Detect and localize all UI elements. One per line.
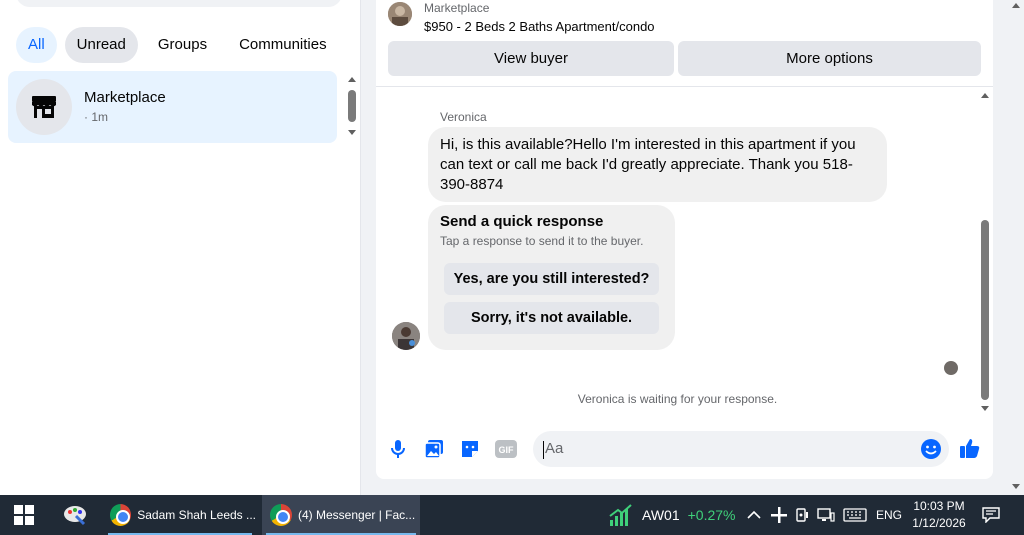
device-icon[interactable] [795, 495, 809, 535]
network-icon[interactable] [817, 495, 835, 535]
gif-icon[interactable]: GIF [495, 438, 517, 460]
filter-unread[interactable]: Unread [64, 27, 138, 63]
sender-avatar[interactable] [392, 322, 420, 350]
conversation-scrollbar[interactable] [978, 90, 992, 416]
conversation-item-marketplace[interactable]: Marketplace · 1m [8, 71, 337, 143]
waiting-status: Veronica is waiting for your response. [577, 392, 778, 406]
stock-widget[interactable]: AW01 +0.27% [608, 495, 735, 535]
scroll-thumb[interactable] [981, 220, 989, 400]
read-receipt-avatar [944, 361, 958, 375]
clock[interactable]: 10:03 PM 1/12/2026 [904, 498, 974, 532]
text-caret [543, 441, 544, 459]
photo-icon[interactable] [423, 438, 445, 460]
filter-groups[interactable]: Groups [146, 27, 219, 63]
stock-symbol: AW01 [642, 507, 680, 523]
filter-all[interactable]: All [16, 27, 57, 63]
chat-list-panel: All Unread Groups Communities Marketplac… [0, 0, 361, 495]
composer-bar: GIF Aa [376, 430, 993, 470]
notifications-icon[interactable] [982, 495, 1000, 535]
filter-communities[interactable]: Communities [227, 27, 339, 63]
quick-reply-still-interested-button[interactable]: Yes, are you still interested? [444, 263, 659, 295]
taskbar-item-label: (4) Messenger | Fac... [298, 508, 416, 522]
filter-tabs: All Unread Groups Communities [16, 27, 339, 63]
scroll-down-icon[interactable] [981, 406, 989, 411]
listing-title[interactable]: $950 - 2 Beds 2 Baths Apartment/condo [424, 19, 655, 34]
chevron-up-icon[interactable] [747, 495, 761, 535]
sender-name: Veronica [440, 110, 487, 124]
storefront-icon [16, 79, 72, 135]
search-input[interactable] [16, 0, 342, 7]
taskbar-chrome-window-2[interactable]: (4) Messenger | Fac... [262, 495, 420, 535]
scroll-up-icon[interactable] [1012, 3, 1020, 8]
scroll-thumb[interactable] [348, 90, 356, 122]
listing-source: Marketplace [424, 1, 490, 15]
message-placeholder: Aa [545, 440, 564, 457]
keyboard-icon[interactable] [843, 495, 867, 535]
conversation-time: · 1m [84, 110, 108, 124]
conversation-panel: Marketplace $950 - 2 Beds 2 Baths Apartm… [376, 0, 993, 479]
quick-response-subtitle: Tap a response to send it to the buyer. [440, 234, 644, 248]
page-scrollbar[interactable] [1009, 0, 1024, 495]
header-divider [376, 86, 993, 87]
emoji-icon[interactable] [920, 438, 942, 460]
scroll-down-icon[interactable] [1012, 484, 1020, 489]
clock-date: 1/12/2026 [912, 516, 966, 530]
taskbar-chrome-window-1[interactable]: Sadam Shah Leeds ... [104, 495, 256, 535]
sticker-icon[interactable] [459, 438, 481, 460]
taskbar-item-label: Sadam Shah Leeds ... [137, 508, 256, 522]
scroll-up-icon[interactable] [981, 93, 989, 98]
scroll-up-icon[interactable] [348, 77, 356, 82]
language-label: ENG [876, 508, 903, 522]
chrome-icon [270, 504, 292, 526]
quick-reply-not-available-button[interactable]: Sorry, it's not available. [444, 302, 659, 334]
quick-response-card: Send a quick response Tap a response to … [428, 205, 675, 350]
quick-response-title: Send a quick response [440, 213, 604, 230]
taskbar: Sadam Shah Leeds ... (4) Messenger | Fac… [0, 495, 1024, 535]
message-input[interactable]: Aa [533, 431, 949, 467]
paint-app-icon[interactable] [62, 495, 88, 535]
listing-avatar[interactable] [388, 2, 412, 26]
incoming-message[interactable]: Hi, is this available?Hello I'm interest… [428, 127, 887, 202]
chat-list-scrollbar[interactable] [344, 74, 360, 140]
thumbs-up-icon[interactable] [959, 437, 981, 459]
gif-label: GIF [499, 445, 515, 455]
microphone-icon[interactable] [387, 438, 409, 460]
clock-time: 10:03 PM [913, 499, 965, 513]
stock-change: +0.27% [687, 507, 736, 523]
plus-icon[interactable] [771, 495, 787, 535]
scroll-down-icon[interactable] [348, 130, 356, 135]
chrome-icon [110, 504, 132, 526]
conversation-title: Marketplace [84, 89, 166, 106]
language-indicator[interactable]: ENG [876, 495, 902, 535]
view-buyer-button[interactable]: View buyer [388, 41, 674, 76]
windows-start-button[interactable] [14, 495, 34, 535]
more-options-button[interactable]: More options [678, 41, 981, 76]
